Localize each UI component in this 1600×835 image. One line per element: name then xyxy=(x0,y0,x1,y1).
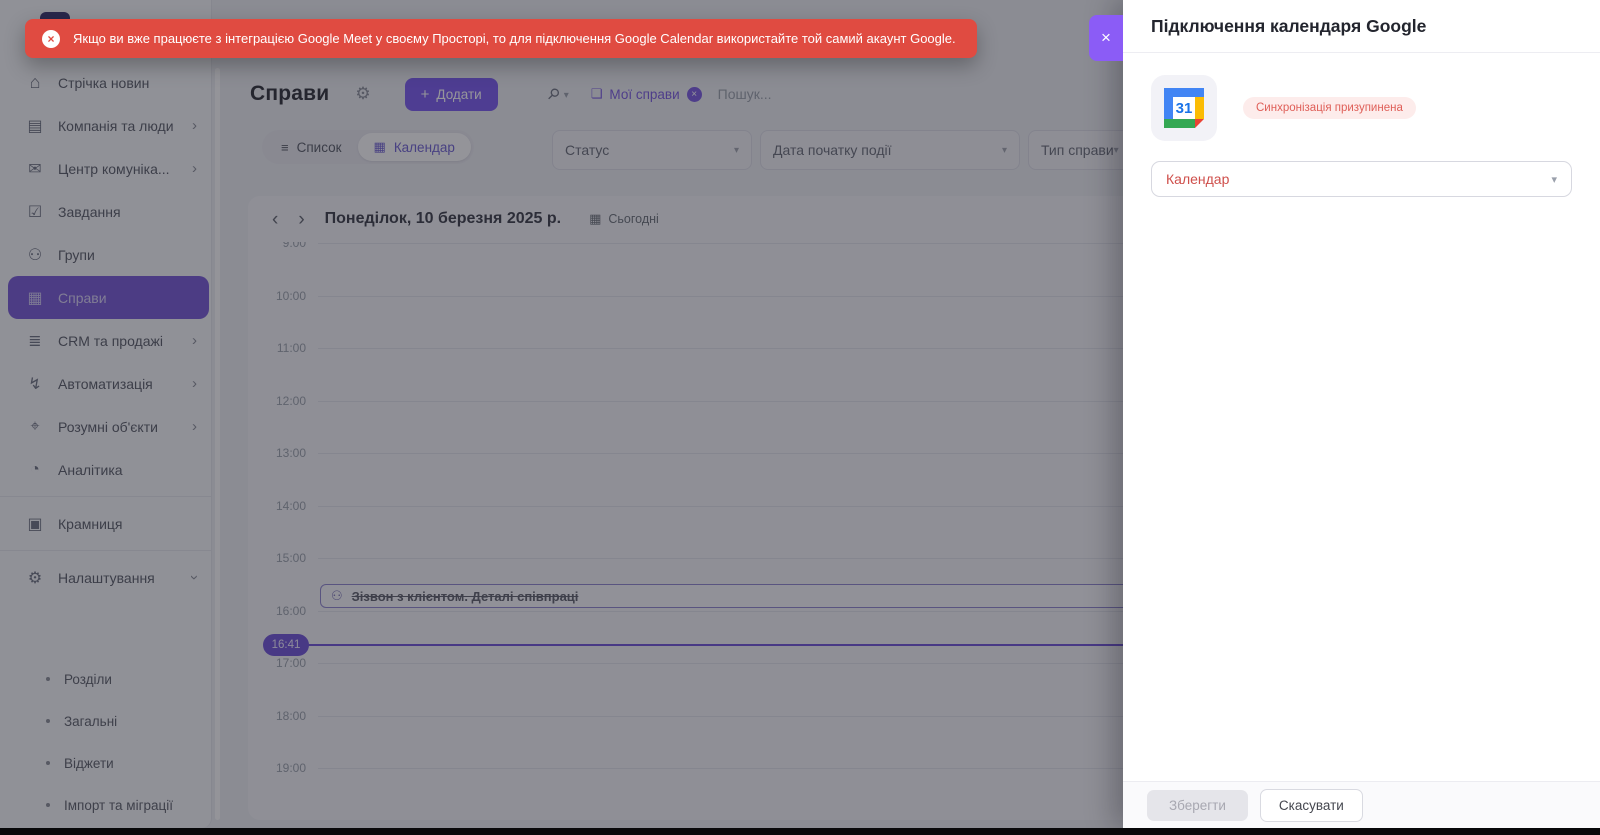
google-calendar-icon: 31 xyxy=(1151,75,1217,141)
drawer-title: Підключення календаря Google xyxy=(1151,16,1427,36)
error-banner: Якщо ви вже працюєте з інтеграцією Googl… xyxy=(25,19,977,58)
calendar-select[interactable]: Календар xyxy=(1151,161,1572,197)
integration-status-row: 31 Синхронізація призупинена xyxy=(1151,75,1572,141)
sync-status-badge: Синхронізація призупинена xyxy=(1243,97,1416,119)
error-x-circle-icon xyxy=(42,29,60,48)
save-button[interactable]: Зберегти xyxy=(1147,789,1248,821)
window-bottom-edge xyxy=(0,828,1600,835)
modal-overlay[interactable] xyxy=(0,0,1123,835)
drawer-header: Підключення календаря Google xyxy=(1123,0,1600,53)
google-calendar-day: 31 xyxy=(1173,97,1195,119)
chevron-down-icon xyxy=(1551,173,1557,186)
calendar-select-value: Календар xyxy=(1166,171,1230,187)
google-calendar-drawer: × Підключення календаря Google 31 Синхро… xyxy=(1089,0,1600,828)
drawer-footer: Зберегти Скасувати xyxy=(1123,781,1600,828)
error-banner-text: Якщо ви вже працюєте з інтеграцією Googl… xyxy=(73,31,956,46)
app-root: Стрічка новин Компанія та люди Центр ком… xyxy=(0,0,1600,835)
close-drawer-button[interactable]: × xyxy=(1089,15,1123,61)
cancel-button[interactable]: Скасувати xyxy=(1259,788,1363,822)
drawer-body: 31 Синхронізація призупинена Календар xyxy=(1123,53,1600,219)
